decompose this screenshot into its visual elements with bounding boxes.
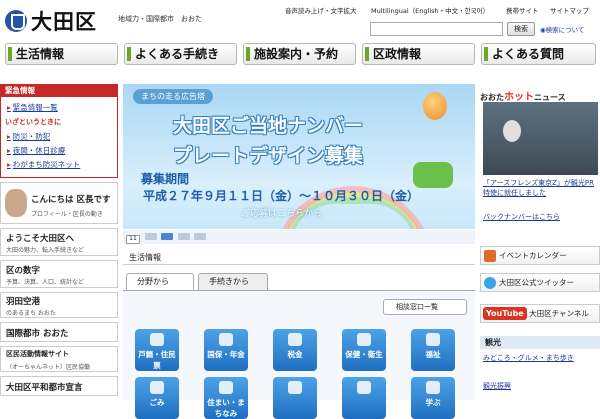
- search-help-label: 検索について: [545, 26, 585, 34]
- welcome-sub: 大田の魅力、転入手続きなど: [6, 247, 85, 254]
- event-calendar-link[interactable]: イベントカレンダー: [480, 246, 600, 265]
- event-calendar-label: イベントカレンダー: [499, 251, 567, 260]
- back-number-link[interactable]: バックナンバーはこちら: [483, 212, 598, 222]
- emergency-panel: 緊急情報一覧 いざというときに 防災・防犯 夜間・休日診療 わがまち防災ネット: [0, 96, 118, 178]
- numbers-title: 区の数字: [6, 266, 41, 276]
- community-box[interactable]: 区民活動情報サイト （オーちゃんネット）区民協働: [0, 346, 118, 372]
- welcome-box[interactable]: ようこそ大田区へ 大田の魅力、転入手続きなど: [0, 228, 118, 256]
- international-title: 国際都市 おおた: [6, 329, 69, 339]
- balloon-icon: [423, 92, 447, 120]
- nav-faq[interactable]: よくある質問: [481, 43, 596, 65]
- site-tagline: 地域力・国際都市 おおた: [118, 15, 202, 23]
- emergency-list-link[interactable]: 緊急情報一覧: [7, 102, 58, 113]
- youtube-label: 大田区チャンネル: [529, 309, 589, 318]
- slide-indicator: 11: [123, 230, 475, 244]
- slide-dot[interactable]: [177, 233, 190, 240]
- hot-news-suffix: ニュース: [534, 93, 566, 102]
- site-name: 大田区: [31, 10, 97, 34]
- peace-title: 大田区平和都市宣言: [6, 383, 83, 393]
- util-link-mobile[interactable]: 携帯サイト: [506, 5, 539, 15]
- slide-dot-active[interactable]: [161, 233, 174, 240]
- tab-by-field[interactable]: 分野から: [126, 273, 194, 290]
- news-link[interactable]: 「アースフレンズ東京Z」が観光PR特使に就任しました: [483, 178, 598, 198]
- banner-period: 平成２７年９月１１日（金）～１０月３０日（金）: [143, 189, 420, 203]
- mayor-sub: プロフィール・区長の動き: [31, 211, 103, 218]
- tourism-heading: 観光: [480, 336, 600, 349]
- search-input[interactable]: [370, 22, 503, 36]
- haneda-title: 羽田空港: [6, 297, 41, 307]
- nav-facilities[interactable]: 施設案内・予約: [243, 43, 356, 65]
- tourism-promotion-link[interactable]: 観光振興: [483, 381, 598, 391]
- youtube-icon: YouTube: [483, 307, 527, 320]
- slide-dot[interactable]: [144, 233, 157, 240]
- banner-period-label: 募集期間: [141, 172, 190, 186]
- site-header: 大田区 地域力・国際都市 おおた 音声読み上げ・文字拡大 Multilingua…: [0, 0, 600, 40]
- community-sub: （オーちゃんネット）区民協働: [6, 364, 91, 371]
- community-title: 区民活動情報サイト: [6, 350, 69, 358]
- banner-title-1: 大田区ご当地ナンバー: [173, 115, 364, 137]
- category-welfare[interactable]: 福祉: [411, 329, 455, 371]
- sightseeing-link[interactable]: みどころ・グルメ・まち歩き: [483, 353, 598, 363]
- consultation-list-button[interactable]: 相談窓口一覧: [383, 299, 467, 315]
- category-family-register[interactable]: 戸籍・住民票: [135, 329, 179, 371]
- haneda-sub: のあるまち おおた: [6, 310, 56, 317]
- nav-life-info[interactable]: 生活情報: [5, 43, 118, 65]
- main-banner[interactable]: まちの走る広告塔 大田区ご当地ナンバー プレートデザイン募集 募集期間 平成２７…: [123, 84, 475, 229]
- news-photo[interactable]: [483, 102, 598, 175]
- emergency-title: 緊急情報: [0, 84, 118, 96]
- site-logo[interactable]: 大田区: [5, 6, 97, 36]
- category-panel: 相談窓口一覧 戸籍・住民票 国保・年金 税金 保健・衛生 福祉 ごみ 住まい・ま…: [123, 290, 475, 419]
- night-clinic-link[interactable]: 夜間・休日診療: [7, 145, 66, 156]
- category-housing[interactable]: [273, 377, 317, 419]
- banner-title-2: プレートデザイン募集: [173, 145, 364, 167]
- mayor-title: こんにちは 区長です: [31, 195, 111, 205]
- category-learning[interactable]: 学ぶ: [411, 377, 455, 419]
- hot-news-prefix: おおた: [480, 93, 504, 102]
- twitter-link[interactable]: 大田区公式ツイッター: [480, 273, 600, 292]
- international-box[interactable]: 国際都市 おおた: [0, 322, 118, 342]
- twitter-icon: [484, 277, 496, 289]
- scooter-icon: [413, 162, 453, 188]
- banner-tag: まちの走る広告塔: [133, 89, 213, 104]
- twitter-label: 大田区公式ツイッター: [499, 278, 574, 287]
- nav-procedures[interactable]: よくある手続き: [124, 43, 237, 65]
- category-garbage[interactable]: ごみ: [135, 377, 179, 419]
- util-link-multilingual[interactable]: Multilingual（English・中文・한국어）: [371, 5, 489, 15]
- peace-box[interactable]: 大田区平和都市宣言: [0, 376, 118, 396]
- banner-cta: ご応募はこちらから: [241, 209, 323, 219]
- util-link-sitemap[interactable]: サイトマップ: [550, 5, 589, 15]
- tab-by-procedure[interactable]: 手続きから: [198, 273, 268, 290]
- mayor-box[interactable]: こんにちは 区長です プロフィール・区長の動き: [0, 182, 118, 224]
- category-tax[interactable]: 税金: [273, 329, 317, 371]
- category-insurance-pension[interactable]: 国保・年金: [204, 329, 248, 371]
- mayor-photo: [5, 189, 27, 217]
- bousai-net-link[interactable]: わがまち防災ネット: [7, 159, 81, 170]
- util-link-voice[interactable]: 音声読み上げ・文字拡大: [285, 5, 357, 15]
- slide-dot[interactable]: [194, 233, 207, 240]
- disaster-prevention-link[interactable]: 防災・防犯: [7, 131, 51, 142]
- category-health[interactable]: 保健・衛生: [342, 329, 386, 371]
- category-environment[interactable]: [342, 377, 386, 419]
- category-children[interactable]: 住まい・まちなみ: [204, 377, 248, 419]
- numbers-sub: 予算、決算、人口、統計など: [6, 279, 85, 286]
- preparedness-title: いざというときに: [5, 118, 61, 126]
- calendar-icon: [484, 250, 496, 262]
- nav-admin-info[interactable]: 区政情報: [362, 43, 475, 65]
- section-title: 生活情報: [123, 249, 475, 265]
- hot-news-heading: おおたホットニュース: [480, 88, 566, 103]
- youtube-link[interactable]: YouTube 大田区チャンネル: [480, 304, 600, 323]
- numbers-box[interactable]: 区の数字 予算、決算、人口、統計など: [0, 260, 118, 288]
- search-help-link[interactable]: ◉検索について: [540, 24, 584, 34]
- slide-pause-button[interactable]: 11: [126, 235, 140, 244]
- welcome-title: ようこそ大田区へ: [6, 234, 75, 244]
- haneda-box[interactable]: 羽田空港 のあるまち おおた: [0, 292, 118, 318]
- search-button[interactable]: 検索: [507, 22, 535, 36]
- ward-emblem-icon: [5, 10, 27, 32]
